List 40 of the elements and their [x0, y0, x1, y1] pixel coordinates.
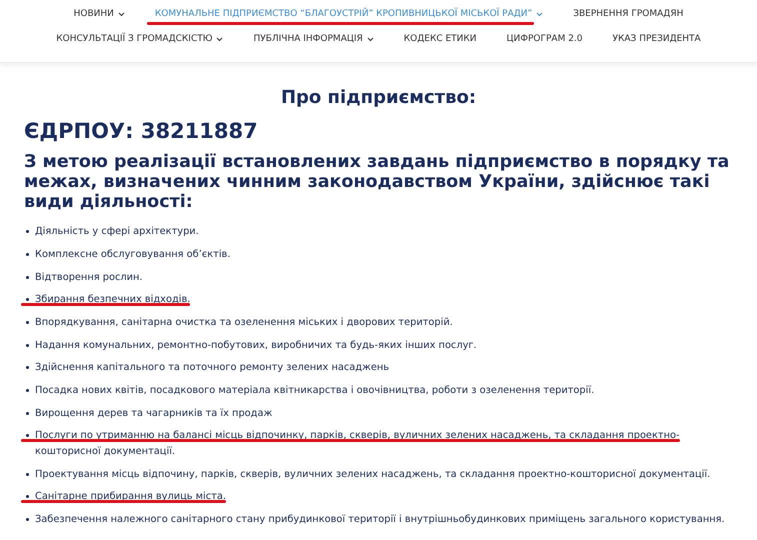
- bullet-icon: [26, 320, 29, 324]
- nav-link[interactable]: ЦИФРОГРАМ 2.0: [506, 28, 583, 52]
- chevron-down-icon: [366, 37, 374, 42]
- bullet-icon: [26, 388, 29, 392]
- activity-item: Посадка нових квітів, посадкового матеріала квітникарства і овочівництва, роботи з озеленення території.: [35, 384, 594, 398]
- nav-link[interactable]: ПУБЛІЧНА ІНФОРМАЦІЯ: [253, 28, 374, 52]
- registry-code-heading: ЄДРПОУ: 38211887: [24, 118, 259, 144]
- activity-item: Збирання безпечних відходів.: [35, 292, 190, 313]
- nav-link[interactable]: ЗВЕРНЕННЯ ГРОМАДЯН: [573, 2, 684, 26]
- bullet-icon: [26, 434, 29, 438]
- bullet-icon: [26, 472, 29, 476]
- bullet-icon: [26, 230, 29, 234]
- activity-item: Впорядкування, санітарна очистка та озеленення міських і дворових територій.: [35, 316, 453, 330]
- nav-link[interactable]: НОВИНИ: [74, 2, 125, 26]
- chevron-down-icon: [118, 12, 125, 17]
- bullet-icon: [26, 366, 29, 370]
- activity-item: Послуги по утриманню на балансі місць відпочинку, парків, скверів, вуличних зелених насаджень, та складання проектно-кошторисної документації.: [35, 428, 739, 465]
- bullet-icon: [26, 344, 29, 347]
- activity-item: Комплексне обслуговування об’єктів.: [35, 248, 230, 262]
- bullet-icon: [26, 495, 29, 498]
- bullet-icon: [26, 412, 29, 415]
- activity-item: Відтворення рослин.: [35, 270, 143, 284]
- bullet-icon: [26, 252, 29, 256]
- bullet-icon: [26, 298, 29, 302]
- nav-link[interactable]: КОДЕКС ЕТИКИ: [404, 28, 477, 52]
- activity-item: Санітарне прибирання вулиць міста.: [35, 489, 226, 510]
- activity-item: Здійснення капітального та поточного ремонту зелених насаджень: [35, 361, 390, 376]
- activity-item: Вирощення дерев та чагарників та їх продаж: [35, 406, 272, 421]
- chevron-down-icon: [536, 12, 544, 17]
- bullet-icon: [26, 276, 29, 278]
- nav-link[interactable]: УКАЗ ПРЕЗИДЕНТА: [612, 28, 701, 52]
- activity-item: Проектування місць відпочину, парків, скверів, вуличних зелених насаджень, та складання проектно-кошторисної документації.: [35, 468, 710, 482]
- page-title: Про підприємство:: [280, 87, 478, 109]
- nav-link[interactable]: КОНСУЛЬТАЦІЇ З ГРОМАДСКІСТЮ: [56, 28, 224, 52]
- activity-item: Забезпечення належного санітарного стану прибудинкової території і внутрішньобудинкових приміщень загального користування.: [35, 512, 725, 527]
- activity-item: Надання комунальних, ремонтно-побутових, виробничих та будь-яких інших послуг.: [35, 338, 477, 353]
- chevron-down-icon: [216, 37, 224, 42]
- intro-paragraph: З метою реалізації встановлених завдань підприємство в порядку та межах, визначених чинним законодавством України, здійснює такі види діяльності:: [24, 152, 730, 212]
- activity-item: Діяльність у сфері архітектури.: [35, 225, 199, 240]
- bullet-icon: [26, 518, 29, 521]
